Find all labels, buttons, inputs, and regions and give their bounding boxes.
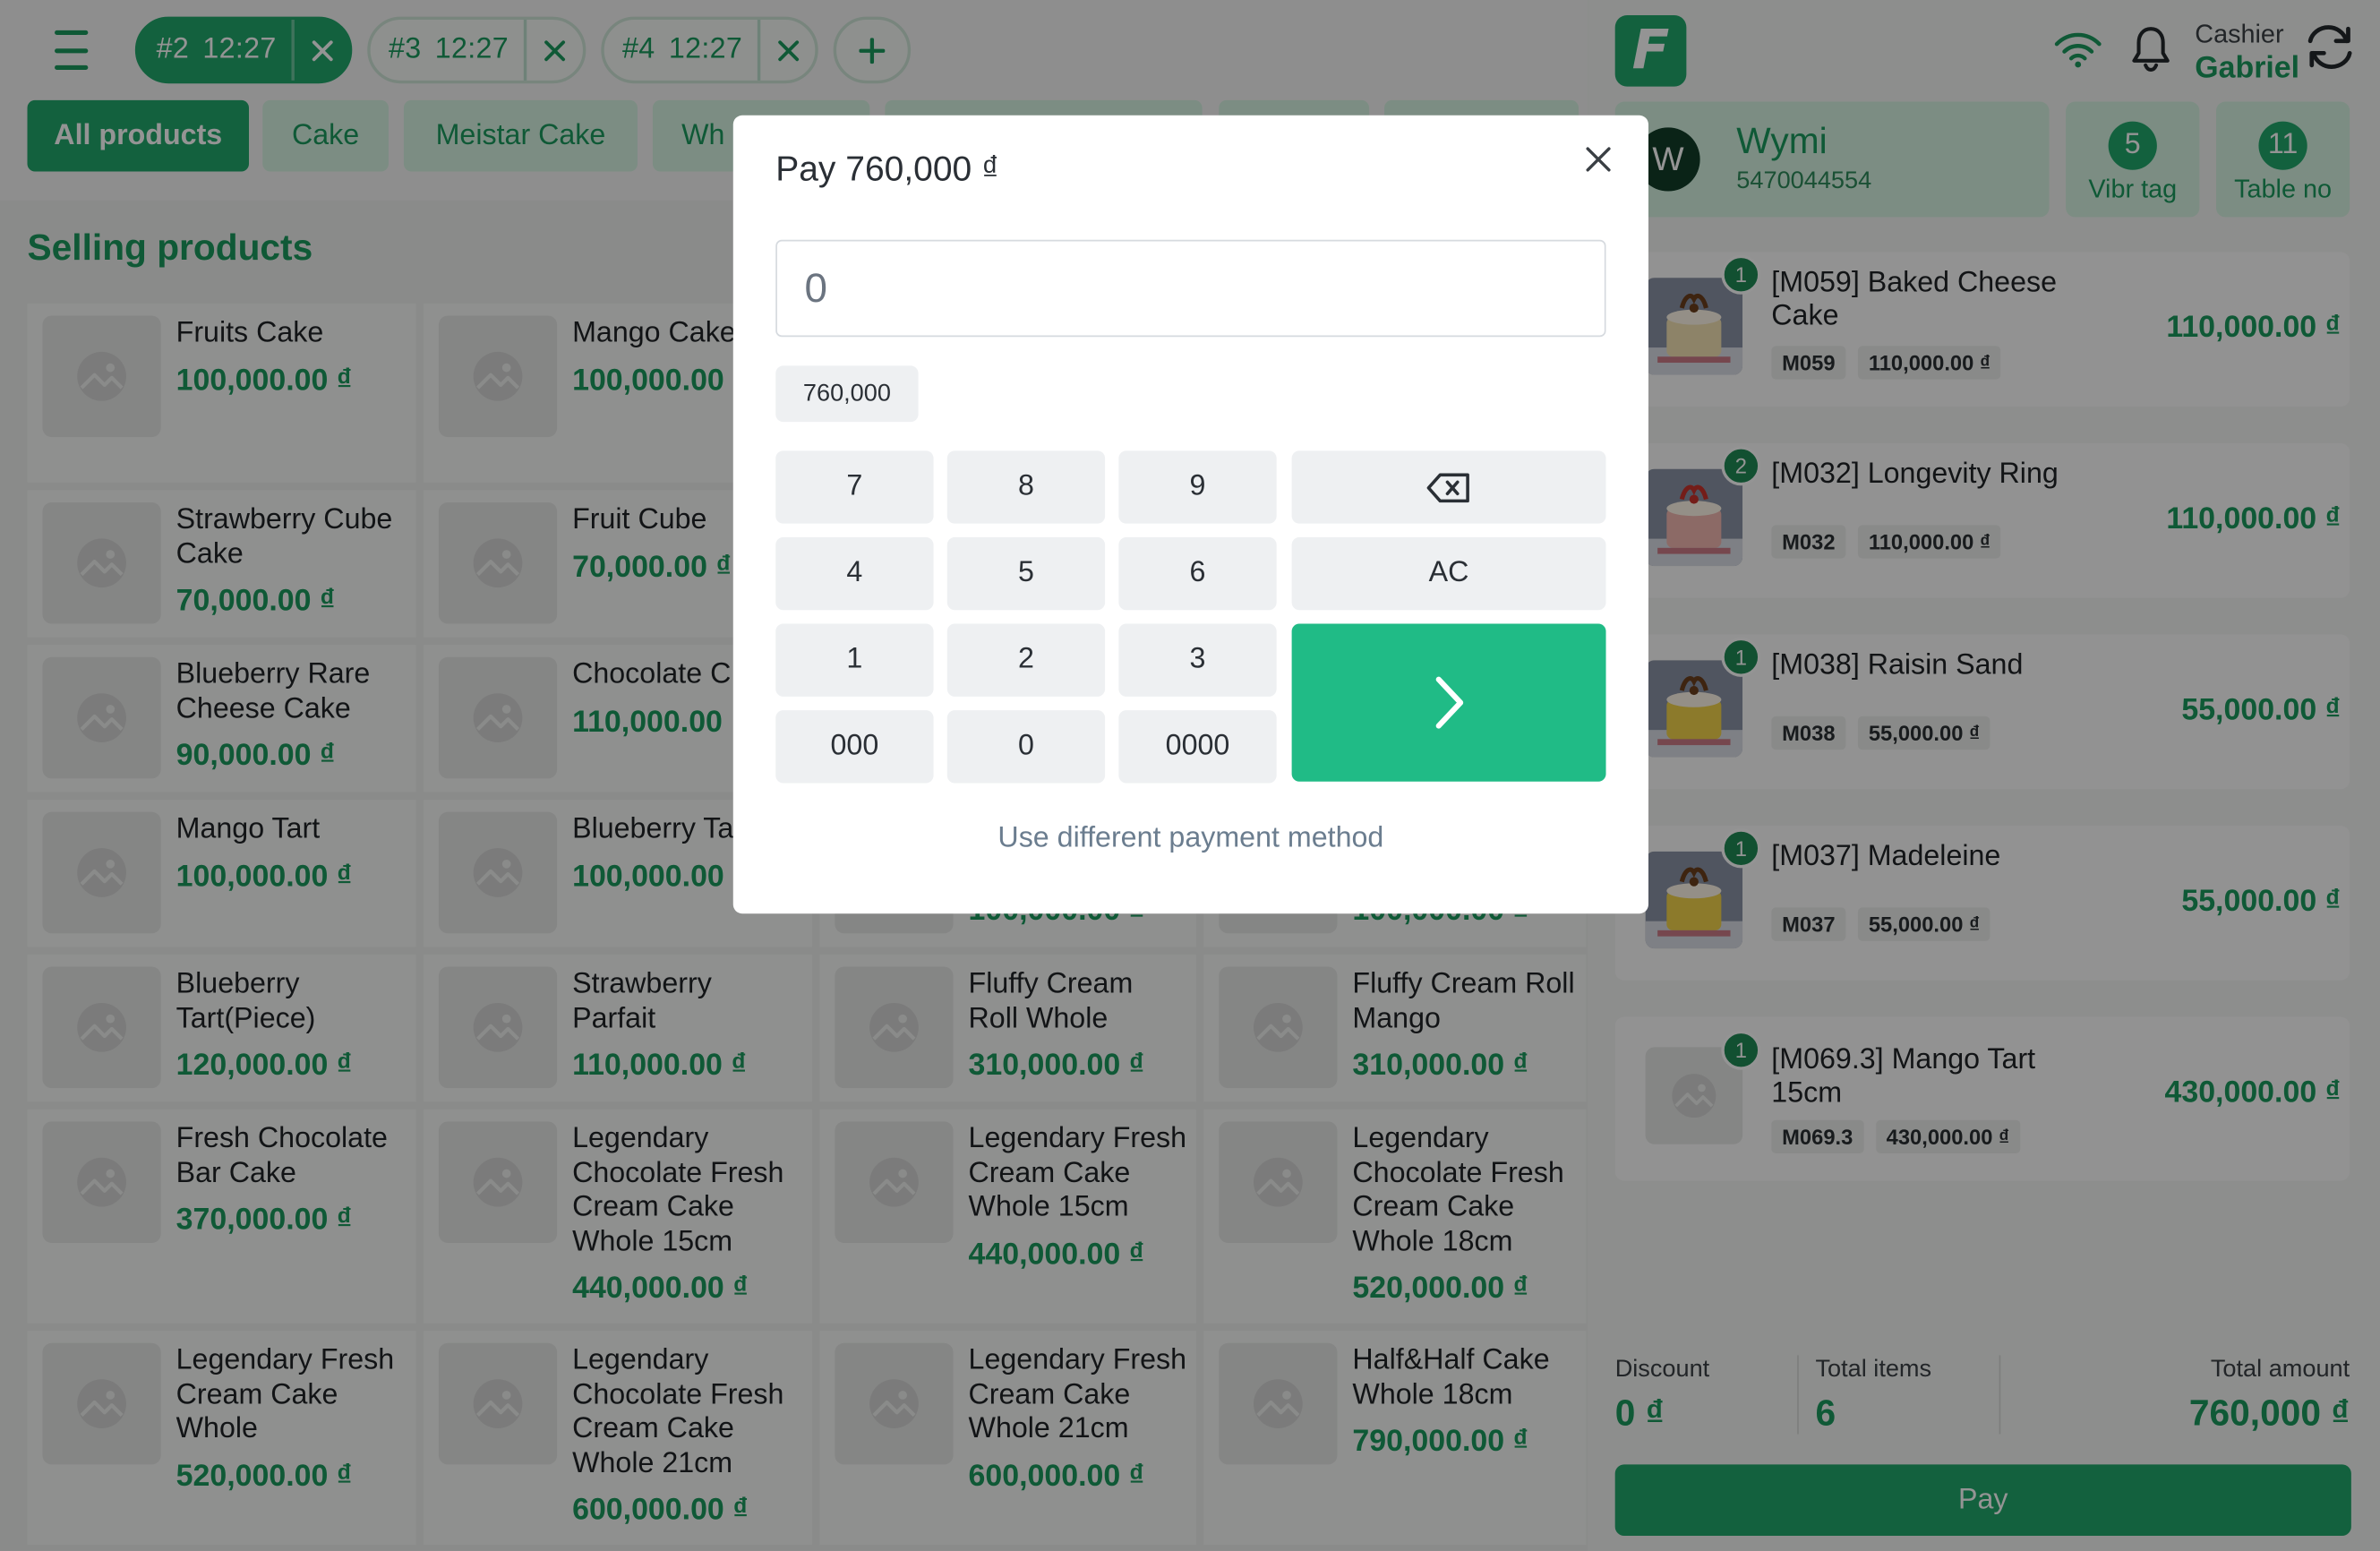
key-1[interactable]: 1 (775, 623, 934, 697)
clear-button[interactable]: AC (1291, 536, 1606, 611)
key-0000[interactable]: 0000 (1118, 710, 1277, 784)
key-6[interactable]: 6 (1118, 536, 1277, 611)
backspace-icon (1426, 472, 1469, 502)
quick-amount-button[interactable]: 760,000 (775, 365, 919, 423)
key-8[interactable]: 8 (946, 450, 1106, 524)
key-9[interactable]: 9 (1118, 450, 1277, 524)
different-payment-method-link[interactable]: Use different payment method (733, 823, 1648, 856)
key-2[interactable]: 2 (946, 623, 1106, 697)
backspace-button[interactable] (1291, 450, 1606, 524)
amount-input[interactable] (775, 239, 1606, 338)
key-7[interactable]: 7 (775, 450, 934, 524)
chevron-right-icon (1434, 676, 1463, 729)
dialog-title: Pay 760,000 ₫ (775, 149, 1000, 189)
payment-dialog: Pay 760,000 ₫ 760,000 7 8 9 4 5 6 AC 1 2… (732, 115, 1648, 914)
key-000[interactable]: 000 (775, 710, 934, 784)
key-4[interactable]: 4 (775, 536, 934, 611)
confirm-payment-button[interactable] (1291, 623, 1606, 782)
key-0[interactable]: 0 (946, 710, 1106, 784)
key-5[interactable]: 5 (946, 536, 1106, 611)
key-3[interactable]: 3 (1118, 623, 1277, 697)
close-icon[interactable] (1583, 144, 1614, 175)
